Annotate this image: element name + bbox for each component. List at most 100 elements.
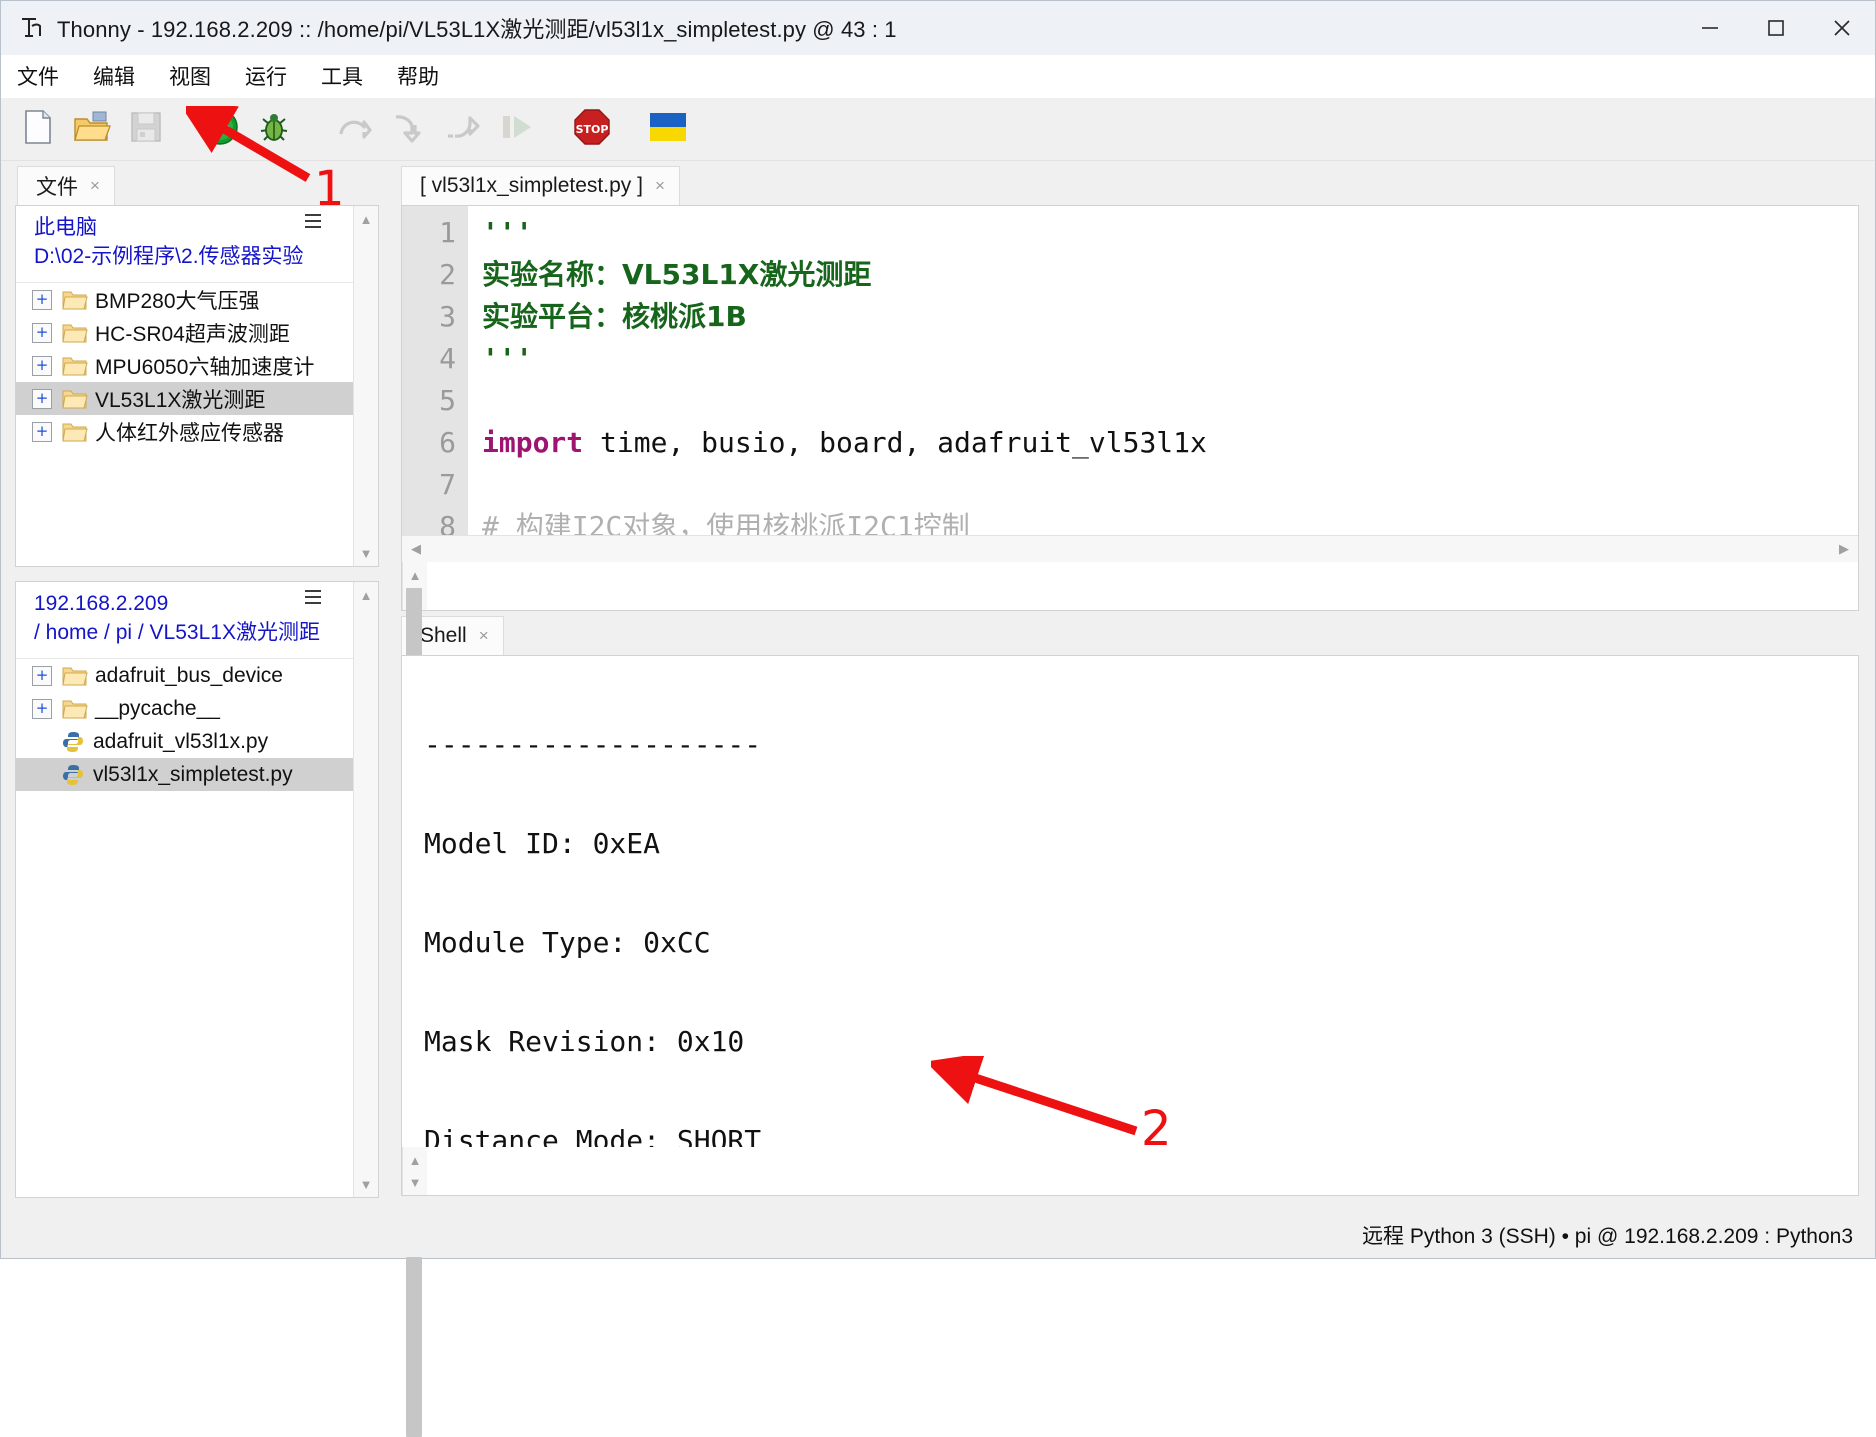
remote-files-inner: 192.168.2.209 / home / pi / VL53L1X激光测距 …: [16, 582, 353, 1197]
menu-tools[interactable]: 工具: [317, 59, 367, 93]
list-item[interactable]: + __pycache__: [16, 692, 353, 725]
editor-tabstrip: [ vl53l1x_simpletest.py ] ×: [393, 161, 1875, 205]
save-file-button[interactable]: [123, 106, 169, 152]
new-file-button[interactable]: [15, 106, 61, 152]
maximize-button[interactable]: [1743, 1, 1809, 55]
list-item[interactable]: + MPU6050六轴加速度计: [16, 349, 353, 382]
line-number: 6: [439, 426, 456, 459]
debug-button[interactable]: [251, 106, 297, 152]
line-number-gutter: 1 2 3 4 5 6 7 8 9: [402, 206, 468, 535]
remote-files-scrollbar[interactable]: ▲ ▼: [353, 582, 378, 1197]
expand-spacer: [32, 733, 50, 751]
save-icon: [129, 110, 163, 149]
expand-icon[interactable]: +: [32, 665, 52, 686]
bug-icon: [256, 109, 292, 150]
stop-button[interactable]: STOP: [569, 106, 615, 152]
remote-files-panel: 192.168.2.209 / home / pi / VL53L1X激光测距 …: [15, 581, 379, 1198]
close-icon[interactable]: ×: [479, 626, 489, 646]
list-item[interactable]: + adafruit_bus_device: [16, 659, 353, 692]
shell-vscrollbar[interactable]: ▲ ▼: [402, 1147, 427, 1437]
menu-help[interactable]: 帮助: [393, 59, 443, 93]
list-item-label: 人体红外感应传感器: [95, 421, 284, 445]
local-path-label: D:\02-示例程序\2.传感器实验: [34, 245, 304, 268]
scroll-up-icon[interactable]: ▲: [404, 564, 426, 586]
expand-icon[interactable]: +: [32, 322, 52, 343]
folder-icon: [62, 322, 88, 344]
editor-panel: 1 2 3 4 5 6 7 8 9 ''' 实验名称：VL53L1X: [401, 205, 1859, 684]
scroll-up-icon[interactable]: ▲: [355, 208, 377, 230]
code-keyword: import: [482, 426, 584, 459]
editor-hscrollbar[interactable]: ◀ ▶: [402, 535, 1858, 562]
list-item[interactable]: + BMP280大气压强: [16, 283, 353, 316]
step-out-button[interactable]: [439, 106, 485, 152]
scroll-down-icon[interactable]: ▼: [355, 1173, 377, 1195]
folder-icon: [62, 421, 88, 443]
scrollbar-thumb[interactable]: [406, 1257, 422, 1437]
svg-text:STOP: STOP: [576, 123, 609, 136]
list-item-label: vl53l1x_simpletest.py: [93, 762, 293, 786]
remote-file-rows: + adafruit_bus_device + __pycache__ adaf…: [16, 659, 353, 1197]
scroll-left-icon[interactable]: ◀: [405, 538, 427, 560]
code-line-rest: time, busio, board, adafruit_vl53l1x: [583, 426, 1207, 459]
thonny-icon: [17, 13, 47, 43]
scroll-up-icon[interactable]: ▲: [355, 584, 377, 606]
run-button[interactable]: [197, 106, 243, 152]
menu-run[interactable]: 运行: [241, 59, 291, 93]
menu-edit[interactable]: 编辑: [89, 59, 139, 93]
code-line: ''': [482, 216, 533, 249]
minimize-button[interactable]: [1677, 1, 1743, 55]
expand-icon[interactable]: +: [32, 355, 52, 376]
tab-files-label: 文件: [36, 176, 78, 199]
title-bar: Thonny - 192.168.2.209 :: /home/pi/VL53L…: [1, 1, 1875, 55]
menu-file[interactable]: 文件: [13, 59, 63, 93]
list-item-label: BMP280大气压强: [95, 289, 260, 313]
close-button[interactable]: [1809, 1, 1875, 55]
scroll-down-icon[interactable]: ▼: [355, 542, 377, 564]
list-item[interactable]: adafruit_vl53l1x.py: [16, 725, 353, 758]
line-number: 3: [439, 300, 456, 333]
close-icon[interactable]: ×: [90, 176, 100, 196]
list-item[interactable]: vl53l1x_simpletest.py: [16, 758, 353, 791]
menu-bar: 文件 编辑 视图 运行 工具 帮助: [1, 55, 1875, 98]
code-line: import time, busio, board, adafruit_vl53…: [482, 422, 1858, 464]
scroll-right-icon[interactable]: ▶: [1833, 538, 1855, 560]
line-number: 2: [439, 258, 456, 291]
shell-output[interactable]: -------------------- Model ID: 0xEA Modu…: [402, 656, 1858, 1147]
resume-button[interactable]: [493, 106, 539, 152]
folder-icon: [62, 665, 88, 687]
list-item[interactable]: + 人体红外感应传感器: [16, 415, 353, 448]
support-ukraine-button[interactable]: [645, 106, 691, 152]
status-bar: 远程 Python 3 (SSH) • pi @ 192.168.2.209 :…: [1, 1212, 1875, 1258]
step-into-button[interactable]: [385, 106, 431, 152]
editor-text-area[interactable]: 1 2 3 4 5 6 7 8 9 ''' 实验名称：VL53L1X: [402, 206, 1858, 535]
list-item-label: __pycache__: [95, 696, 220, 720]
code-text[interactable]: ''' 实验名称：VL53L1X激光测距 实验平台：核桃派1B ''' impo…: [468, 206, 1858, 535]
list-item[interactable]: + VL53L1X激光测距: [16, 382, 353, 415]
expand-icon[interactable]: +: [32, 289, 52, 310]
local-files-scrollbar[interactable]: ▲ ▼: [353, 206, 378, 566]
scroll-down-icon[interactable]: ▼: [404, 1171, 426, 1193]
scroll-up-icon[interactable]: ▲: [404, 1149, 426, 1171]
menu-view[interactable]: 视图: [165, 59, 215, 93]
line-number: 4: [439, 342, 456, 375]
expand-icon[interactable]: +: [32, 388, 52, 409]
resume-icon: [498, 111, 534, 148]
remote-path-label: / home / pi / VL53L1X激光测距: [34, 621, 320, 644]
code-line: # 构建I2C对象，使用核桃派I2C1控制: [482, 510, 970, 535]
tab-files[interactable]: 文件 ×: [17, 166, 115, 205]
tab-editor-file[interactable]: [ vl53l1x_simpletest.py ] ×: [401, 166, 680, 205]
shell-tabstrip: Shell ×: [393, 611, 1875, 655]
expand-icon[interactable]: +: [32, 698, 52, 719]
hamburger-icon[interactable]: [303, 589, 323, 608]
list-item[interactable]: + HC-SR04超声波测距: [16, 316, 353, 349]
shell-line: Mask Revision: 0x10: [424, 1025, 745, 1058]
open-file-button[interactable]: [69, 106, 115, 152]
status-text: 远程 Python 3 (SSH) • pi @ 192.168.2.209 :…: [1362, 1225, 1853, 1248]
expand-icon[interactable]: +: [32, 421, 52, 442]
step-over-button[interactable]: [331, 106, 377, 152]
step-into-icon: [390, 111, 426, 148]
shell-line: Module Type: 0xCC: [424, 926, 711, 959]
editor-vscrollbar[interactable]: ▲ ▼: [402, 562, 427, 684]
close-icon[interactable]: ×: [655, 176, 665, 196]
expand-spacer: [32, 766, 50, 784]
